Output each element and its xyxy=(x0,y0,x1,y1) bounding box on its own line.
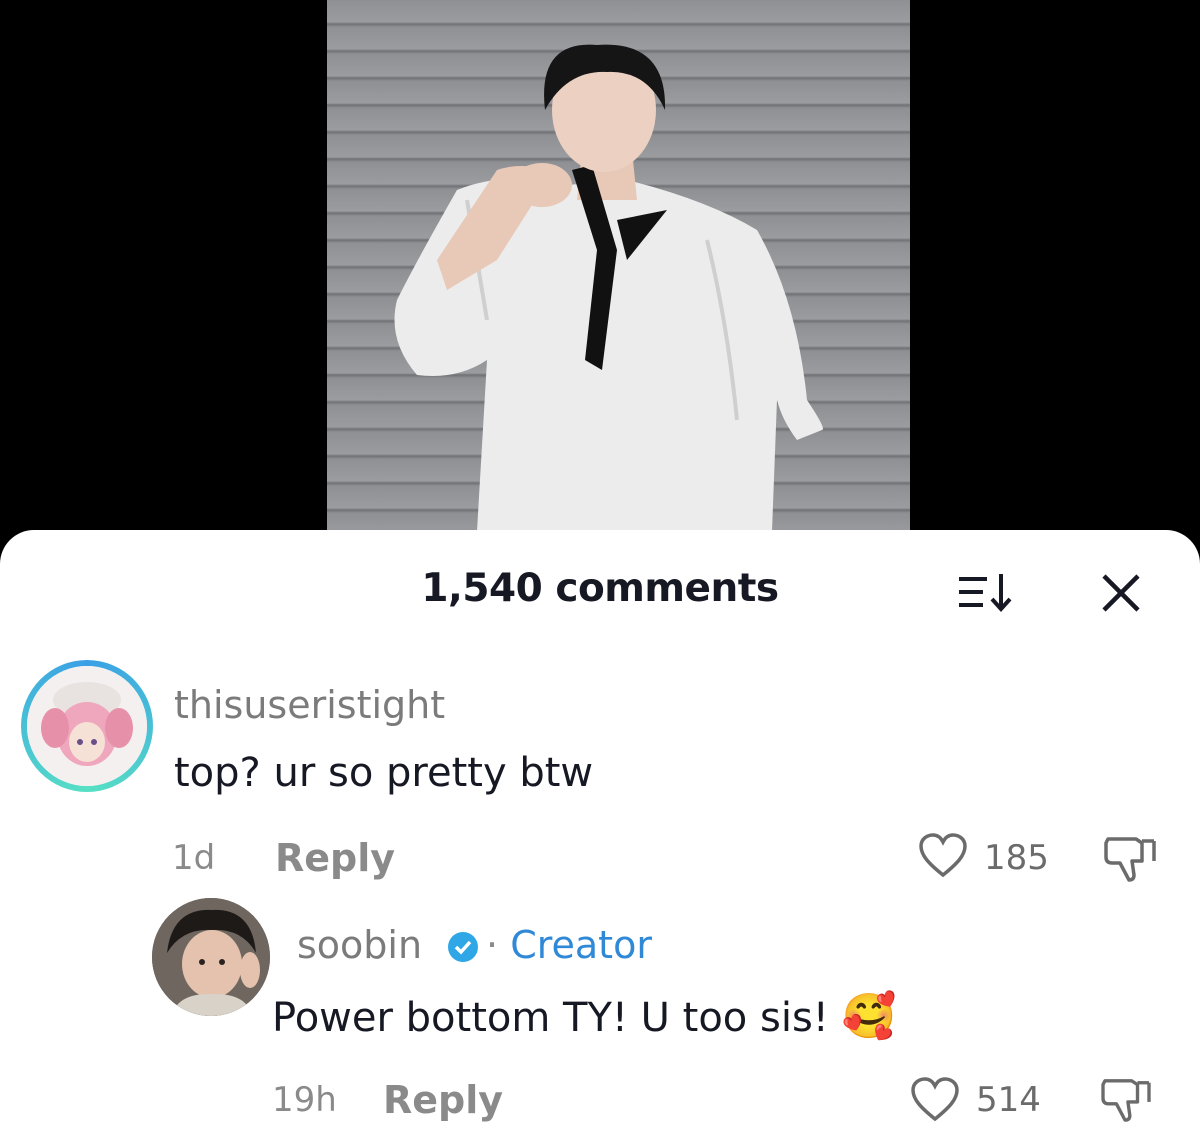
comment-text: top? ur so pretty btw xyxy=(174,750,594,796)
reply-username[interactable]: soobin xyxy=(297,923,422,967)
close-button[interactable] xyxy=(1098,570,1144,616)
role-separator: · xyxy=(486,923,499,967)
avatar[interactable] xyxy=(21,660,153,792)
creator-badge: Creator xyxy=(510,923,652,967)
smiling-hearts-emoji: 🥰 xyxy=(841,991,897,1042)
like-count: 185 xyxy=(984,838,1049,878)
comment-time: 1d xyxy=(172,838,216,878)
close-icon xyxy=(1102,574,1140,612)
avatar-image xyxy=(27,666,147,786)
heart-outline-icon[interactable] xyxy=(910,1077,960,1123)
avatar-image xyxy=(152,898,270,1016)
reply-button[interactable]: Reply xyxy=(275,836,395,880)
avatar[interactable] xyxy=(152,898,270,1016)
reply-time: 19h xyxy=(272,1080,337,1120)
thumbs-down-icon[interactable] xyxy=(1102,835,1158,883)
sort-descending-icon xyxy=(959,574,1012,612)
sort-button[interactable] xyxy=(957,570,1015,616)
like-count: 514 xyxy=(976,1080,1041,1120)
comments-count-title: 1,540 comments xyxy=(421,566,779,611)
comment-username[interactable]: thisuseristight xyxy=(174,683,445,727)
thumbs-down-icon[interactable] xyxy=(1098,1077,1154,1123)
reply-text: Power bottom TY! U too sis! xyxy=(272,995,829,1041)
post-photo xyxy=(327,0,910,531)
verified-badge-icon xyxy=(448,932,478,962)
reply-button[interactable]: Reply xyxy=(383,1078,503,1122)
heart-outline-icon[interactable] xyxy=(918,833,968,879)
